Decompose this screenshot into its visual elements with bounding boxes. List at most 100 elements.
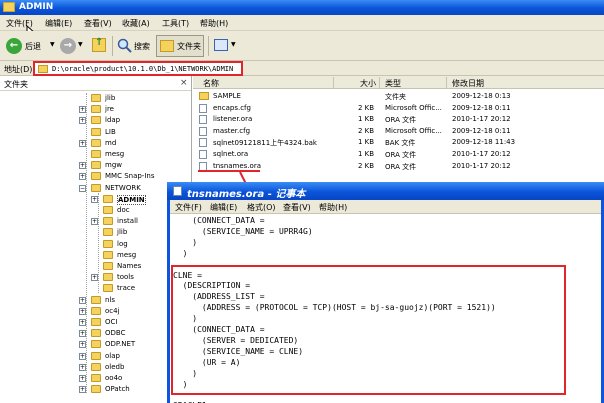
column-name[interactable]: 名称 <box>203 78 219 89</box>
folder-icon <box>91 374 101 382</box>
file-row[interactable]: sqlnet.ora 1 KB ORA 文件 2010-1-17 20:12 <box>193 149 604 160</box>
file-name: SAMPLE <box>213 92 241 100</box>
collapse-icon[interactable]: − <box>79 184 86 192</box>
file-size: 1 KB <box>358 150 375 158</box>
forward-dropdown-icon[interactable]: ▼ <box>78 41 83 48</box>
folder-icon <box>38 65 48 73</box>
address-input[interactable]: D:\oracle\product\10.1.0\Db_1\NETWORK\AD… <box>33 61 243 76</box>
column-type[interactable]: 类型 <box>385 78 401 89</box>
file-date: 2009-12-18 0:11 <box>452 103 511 112</box>
expand-icon[interactable]: + <box>79 386 86 394</box>
close-icon[interactable]: × <box>180 78 188 88</box>
expand-icon[interactable]: + <box>79 307 86 315</box>
file-row[interactable]: encaps.cfg 2 KB Microsoft Offic... 2009-12-… <box>193 103 604 114</box>
folder-icon <box>199 92 209 100</box>
search-label: 搜索 <box>134 42 150 51</box>
file-date: 2009-12-18 0:11 <box>452 126 511 135</box>
expand-icon[interactable]: + <box>91 195 98 203</box>
menu-favorites[interactable]: 收藏(A) <box>122 18 150 29</box>
explorer-title-bar[interactable]: ADMIN <box>0 0 604 15</box>
folder-icon <box>91 116 101 125</box>
tree-item-label: md <box>105 138 117 147</box>
folders-label: 文件夹 <box>177 42 201 51</box>
address-label: 地址(D) <box>4 65 33 74</box>
expand-icon[interactable]: + <box>91 218 98 226</box>
cfg-file-icon <box>199 126 207 136</box>
tree-item-label: doc <box>117 206 130 214</box>
tree-item-label: mesg <box>105 150 125 158</box>
code-line: (CONNECT_DATA = <box>173 216 265 225</box>
expand-icon[interactable]: + <box>79 363 86 371</box>
notepad-title-bar[interactable]: tnsnames.ora - 记事本 <box>167 182 604 200</box>
column-date[interactable]: 修改日期 <box>452 78 484 89</box>
notepad-menu-edit[interactable]: 编辑(E) <box>210 202 237 213</box>
views-dropdown-icon[interactable]: ▼ <box>231 41 236 48</box>
menu-help[interactable]: 帮助(H) <box>200 18 228 29</box>
file-size: 1 KB <box>358 138 375 147</box>
file-date: 2009-12-18 0:13 <box>452 92 511 100</box>
column-headers: 名称 大小 类型 修改日期 <box>193 76 604 89</box>
tree-item-label: tools <box>117 273 134 282</box>
file-row[interactable]: master.cfg 2 KB Microsoft Offic... 2009-12-… <box>193 126 604 137</box>
expand-icon[interactable]: + <box>79 330 86 338</box>
search-icon <box>117 38 132 53</box>
notepad-menu-format[interactable]: 格式(O) <box>247 202 276 213</box>
search-button[interactable]: 搜索 <box>116 35 154 57</box>
tree-item-label: MMC Snap-Ins <box>105 172 155 181</box>
back-dropdown-icon[interactable]: ▼ <box>50 41 55 48</box>
expand-icon[interactable]: + <box>79 106 86 114</box>
views-button[interactable]: ▼ <box>212 35 238 57</box>
expand-icon[interactable]: + <box>79 173 86 181</box>
notepad-menu-help[interactable]: 帮助(H) <box>319 202 347 213</box>
forward-button[interactable]: → ▼ <box>58 35 84 57</box>
expand-icon[interactable]: + <box>79 352 86 360</box>
tree-item-label: jre <box>105 105 114 114</box>
tree-item-label: ODBC <box>105 329 126 338</box>
file-date: 2010-1-17 20:12 <box>452 150 511 158</box>
menu-edit[interactable]: 编辑(E) <box>45 18 72 29</box>
file-name: tnsnames.ora <box>213 161 262 170</box>
folder-icon <box>91 94 101 102</box>
file-type: Microsoft Offic... <box>385 126 442 135</box>
tree-item-label: ADMIN <box>117 194 146 205</box>
expand-icon[interactable]: + <box>91 274 98 282</box>
file-name: listener.ora <box>213 115 253 124</box>
up-folder-button[interactable]: ↑ <box>90 35 110 57</box>
notepad-menu-file[interactable]: 文件(F) <box>175 202 202 213</box>
menu-tools[interactable]: 工具(T) <box>162 18 189 29</box>
file-name: master.cfg <box>213 126 251 135</box>
expand-icon[interactable]: + <box>79 375 86 382</box>
expand-icon[interactable]: + <box>79 139 86 147</box>
forward-arrow-icon: → <box>60 38 76 54</box>
tree-item-label: oo4o <box>105 374 123 382</box>
folder-icon <box>103 262 113 270</box>
file-name: sqlnet09121811上午4324.bak <box>213 139 317 148</box>
expand-icon[interactable]: + <box>79 162 86 170</box>
folder-icon <box>91 161 101 170</box>
expand-icon[interactable]: + <box>79 319 86 326</box>
tree-item-label: nls <box>105 295 116 304</box>
folder-icon <box>91 138 101 147</box>
file-row[interactable]: listener.ora 1 KB ORA 文件 2010-1-17 20:12 <box>193 114 604 125</box>
expand-icon[interactable]: + <box>79 117 86 125</box>
folder-icon <box>103 228 113 237</box>
folders-button[interactable]: 文件夹 <box>156 35 204 57</box>
tree-item-label: ldap <box>105 116 121 125</box>
back-label: 后退 <box>25 42 41 51</box>
back-button[interactable]: ← 后退 ▼ <box>4 35 56 57</box>
folder-icon <box>103 239 113 248</box>
menu-bar: 文件(F) 编辑(E) 查看(V) 收藏(A) 工具(T) 帮助(H) <box>0 15 604 31</box>
file-row[interactable]: sqlnet09121811上午4324.bak 1 KB BAK 文件 2009-1… <box>193 137 604 148</box>
folder-pane-header: 文件夹 × <box>0 76 191 91</box>
file-row[interactable]: SAMPLE 文件夹 2009-12-18 0:13 <box>193 91 604 102</box>
bak-file-icon <box>199 138 207 148</box>
notepad-menu-view[interactable]: 查看(V) <box>283 202 311 213</box>
menu-view[interactable]: 查看(V) <box>84 18 112 29</box>
expand-icon[interactable]: + <box>79 296 86 304</box>
column-size[interactable]: 大小 <box>360 78 376 89</box>
folder-icon <box>103 194 113 203</box>
tree-item-label: trace <box>117 284 136 293</box>
file-type: ORA 文件 <box>385 162 417 171</box>
file-type: Microsoft Offic... <box>385 103 442 112</box>
expand-icon[interactable]: + <box>79 341 86 349</box>
